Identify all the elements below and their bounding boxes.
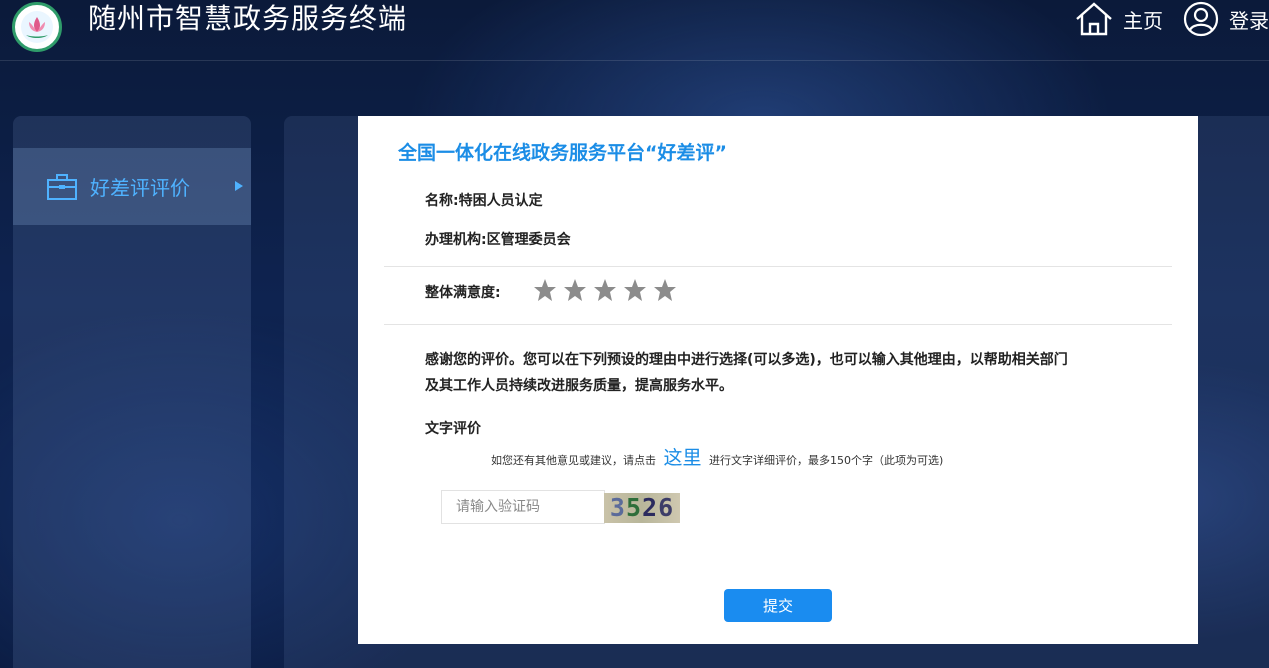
rating-stars xyxy=(533,278,683,304)
star-icon[interactable] xyxy=(653,278,683,304)
thanks-line: 感谢您的评价。您可以在下列预设的理由中进行选择(可以多选)，也可以输入其他理由，… xyxy=(425,352,1068,368)
star-icon[interactable] xyxy=(563,278,593,304)
divider xyxy=(384,266,1172,267)
caret-right-icon xyxy=(235,181,243,191)
captcha-digit: 6 xyxy=(658,493,675,522)
captcha-input[interactable] xyxy=(441,490,605,524)
captcha-digit: 2 xyxy=(642,493,659,522)
sidebar-item-label: 好差评评价 xyxy=(90,176,190,200)
text-review-title: 文字评价 xyxy=(425,421,481,437)
service-name: 名称:特困人员认定 xyxy=(425,193,543,209)
home-link[interactable]: 主页 xyxy=(1073,0,1163,38)
lotus-logo-icon xyxy=(21,11,53,43)
login-label: 登录 xyxy=(1229,8,1269,33)
captcha-digit: 5 xyxy=(625,493,642,522)
home-icon xyxy=(1076,2,1112,36)
divider xyxy=(384,324,1172,325)
text-review-link[interactable]: 这里 xyxy=(664,447,702,469)
sidebar: 好差评评价 xyxy=(13,116,251,668)
text-review-hint: 如您还有其他意见或建议，请点击 这里 进行文字详细评价，最多150个字（此项为可… xyxy=(491,443,943,470)
star-icon[interactable] xyxy=(593,278,623,304)
app-title: 随州市智慧政务服务终端 xyxy=(88,2,408,35)
thanks-line: 及其工作人员持续改进服务质量，提高服务水平。 xyxy=(425,378,733,394)
header-bar: 随州市智慧政务服务终端 主页 登录 xyxy=(0,0,1269,61)
header-nav: 主页 登录 xyxy=(1073,0,1269,38)
home-label: 主页 xyxy=(1123,8,1163,33)
sidebar-item-review[interactable]: 好差评评价 xyxy=(13,148,251,225)
submit-button[interactable]: 提交 xyxy=(724,589,832,622)
review-card: 全国一体化在线政务服务平台“好差评” 名称:特困人员认定 办理机构:区管理委员会… xyxy=(358,116,1198,644)
star-icon[interactable] xyxy=(623,278,653,304)
app-logo xyxy=(12,2,62,52)
thanks-message: 感谢您的评价。您可以在下列预设的理由中进行选择(可以多选)，也可以输入其他理由，… xyxy=(425,347,1145,399)
captcha-image[interactable]: 3526 xyxy=(604,493,680,523)
card-title: 全国一体化在线政务服务平台“好差评” xyxy=(398,142,727,164)
briefcase-icon xyxy=(47,173,77,200)
service-agency: 办理机构:区管理委员会 xyxy=(425,232,571,248)
hint-suffix: 进行文字详细评价，最多150个字（此项为可选) xyxy=(709,454,944,467)
hint-prefix: 如您还有其他意见或建议，请点击 xyxy=(491,454,656,467)
login-link[interactable]: 登录 xyxy=(1181,0,1269,38)
star-icon[interactable] xyxy=(533,278,563,304)
user-icon xyxy=(1183,1,1219,37)
rating-label: 整体满意度: xyxy=(425,285,501,301)
captcha-digit: 3 xyxy=(609,493,626,522)
